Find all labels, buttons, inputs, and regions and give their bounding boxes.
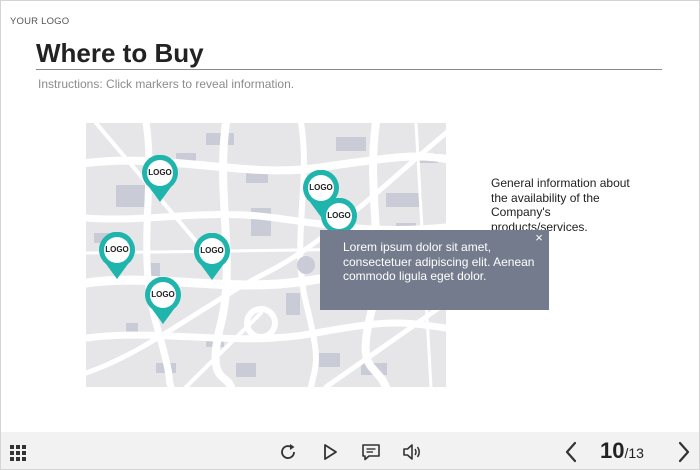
map-pin-icon bbox=[99, 232, 135, 279]
volume-button[interactable] bbox=[401, 441, 423, 463]
close-icon[interactable]: × bbox=[532, 231, 546, 245]
captions-button[interactable] bbox=[360, 441, 382, 463]
current-page: 10 bbox=[600, 438, 625, 463]
availability-info: General information about the availabili… bbox=[491, 176, 630, 234]
menu-grid-button[interactable] bbox=[8, 443, 28, 463]
marker-label: LOGO bbox=[200, 246, 224, 255]
page-counter: 10/13 bbox=[600, 438, 644, 464]
marker-label: LOGO bbox=[148, 168, 172, 177]
replay-button[interactable] bbox=[277, 441, 299, 463]
volume-icon bbox=[403, 444, 420, 460]
popup-text: Lorem ipsum dolor sit amet, consectetuer… bbox=[343, 240, 535, 283]
map-marker[interactable]: LOGO bbox=[140, 155, 180, 203]
map-pin-icon bbox=[145, 277, 181, 324]
map-marker[interactable]: LOGO bbox=[97, 232, 137, 280]
captions-icon bbox=[362, 444, 380, 461]
page-title: Where to Buy bbox=[36, 38, 204, 68]
title-divider bbox=[36, 69, 662, 70]
map-pin-icon bbox=[194, 233, 230, 280]
map-marker[interactable]: LOGO bbox=[143, 277, 183, 325]
grid-icon bbox=[10, 445, 26, 461]
next-slide-button[interactable] bbox=[673, 440, 695, 464]
replay-icon bbox=[281, 444, 295, 459]
play-icon bbox=[324, 444, 337, 460]
chevron-left-icon bbox=[565, 441, 577, 463]
chevron-right-icon bbox=[678, 441, 690, 463]
marker-label: LOGO bbox=[309, 183, 333, 192]
company-logo: YOUR LOGO bbox=[10, 16, 70, 27]
marker-label: LOGO bbox=[327, 211, 351, 220]
previous-slide-button[interactable] bbox=[560, 440, 582, 464]
map-pin-icon bbox=[142, 155, 178, 202]
marker-label: LOGO bbox=[105, 245, 129, 254]
marker-popup: Lorem ipsum dolor sit amet, consectetuer… bbox=[320, 230, 549, 310]
marker-label: LOGO bbox=[151, 290, 175, 299]
play-button[interactable] bbox=[320, 441, 340, 463]
total-pages: /13 bbox=[624, 445, 644, 461]
player-controls-bar bbox=[1, 432, 699, 469]
map-marker[interactable]: LOGO bbox=[192, 233, 232, 281]
instructions-text: Instructions: Click markers to reveal in… bbox=[38, 77, 295, 91]
